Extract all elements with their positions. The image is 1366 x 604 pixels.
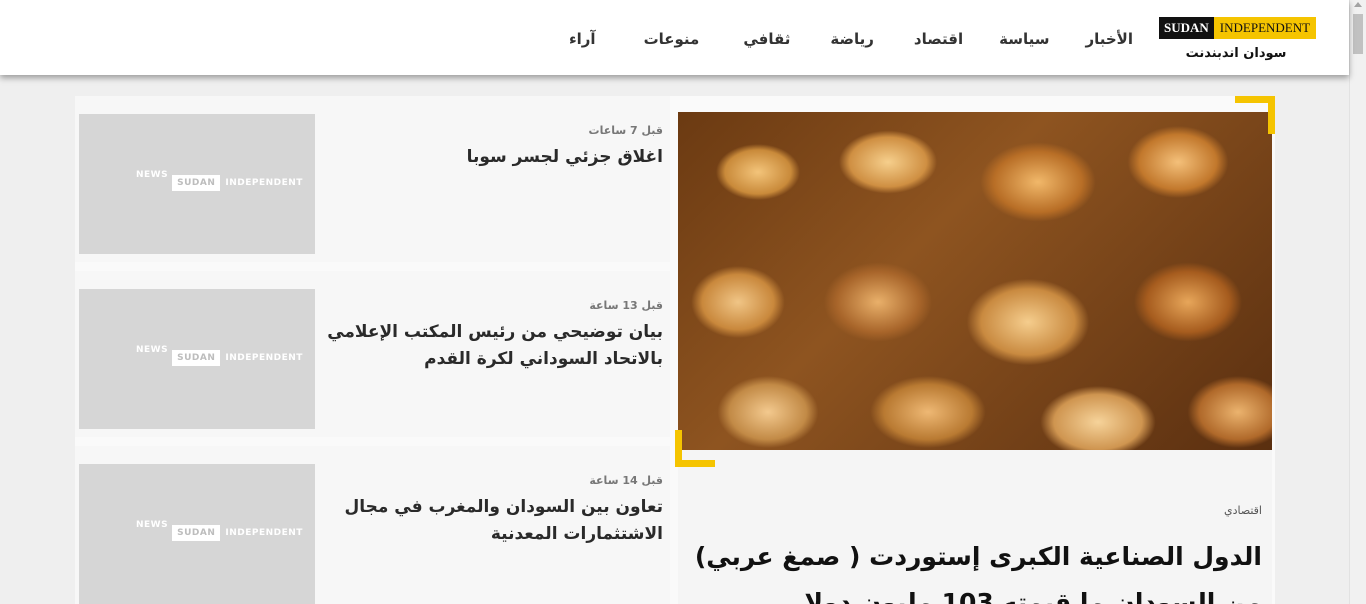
featured-image[interactable] xyxy=(678,112,1272,450)
placeholder-logo: NEWS SUDAN INDEPENDENT xyxy=(136,520,303,541)
placeholder-news-text: NEWS xyxy=(136,520,169,530)
corner-accent xyxy=(1268,96,1275,134)
featured-headline[interactable]: الدول الصناعية الكبرى إستوردت ( صمغ عربي… xyxy=(688,534,1262,604)
placeholder-independent-text: INDEPENDENT xyxy=(225,178,303,188)
placeholder-independent-text: INDEPENDENT xyxy=(225,528,303,538)
scroll-up-arrow-icon[interactable] xyxy=(1354,2,1362,7)
placeholder-logo: NEWS SUDAN INDEPENDENT xyxy=(136,345,303,366)
placeholder-sudan-text: SUDAN xyxy=(172,350,221,366)
corner-accent xyxy=(675,430,682,466)
placeholder-sudan-text: SUDAN xyxy=(172,175,221,191)
card-thumbnail[interactable]: NEWS SUDAN INDEPENDENT xyxy=(79,464,315,604)
nav-item-news[interactable]: الأخبار xyxy=(1085,30,1133,48)
card-thumbnail[interactable]: NEWS SUDAN INDEPENDENT xyxy=(79,114,315,254)
featured-article[interactable]: اقتصادي الدول الصناعية الكبرى إستوردت ( … xyxy=(678,112,1272,604)
news-card[interactable]: NEWS SUDAN INDEPENDENT قبل 14 ساعة تعاون… xyxy=(75,446,670,604)
placeholder-sudan-text: SUDAN xyxy=(172,525,221,541)
placeholder-news-text: NEWS xyxy=(136,345,169,355)
nav-item-culture[interactable]: ثقافي xyxy=(743,30,790,48)
featured-category[interactable]: اقتصادي xyxy=(1224,504,1262,517)
card-timestamp: قبل 7 ساعات xyxy=(588,124,663,137)
nav-item-sports[interactable]: رياضة xyxy=(830,30,874,48)
placeholder-news-text: NEWS xyxy=(136,170,169,180)
news-card[interactable]: NEWS SUDAN INDEPENDENT قبل 7 ساعات اغلاق… xyxy=(75,96,670,262)
card-timestamp: قبل 14 ساعة xyxy=(589,474,663,487)
card-headline[interactable]: تعاون بين السودان والمغرب في مجال الاشتث… xyxy=(323,494,663,548)
nav-item-misc[interactable]: منوعات xyxy=(644,30,700,48)
news-card[interactable]: NEWS SUDAN INDEPENDENT قبل 13 ساعة بيان … xyxy=(75,271,670,437)
card-timestamp: قبل 13 ساعة xyxy=(589,299,663,312)
nav-item-economy[interactable]: اقتصاد xyxy=(914,30,963,48)
scroll-thumb[interactable] xyxy=(1353,14,1363,54)
page-scrollbar[interactable] xyxy=(1349,0,1366,604)
site-logo[interactable]: SUDAN INDEPENDENT xyxy=(1159,17,1317,39)
placeholder-independent-text: INDEPENDENT xyxy=(225,353,303,363)
placeholder-logo: NEWS SUDAN INDEPENDENT xyxy=(136,170,303,191)
card-headline[interactable]: اغلاق جزئي لجسر سوبا xyxy=(323,144,663,171)
logo-subtitle: سودان اندبندنت xyxy=(1185,46,1287,61)
card-thumbnail[interactable]: NEWS SUDAN INDEPENDENT xyxy=(79,289,315,429)
site-header: SUDAN INDEPENDENT سودان اندبندنت الأخبار… xyxy=(0,0,1349,75)
main-nav: الأخبار سياسة اقتصاد رياضة ثقافي منوعات … xyxy=(569,30,1133,48)
logo-sudan-text: SUDAN xyxy=(1159,17,1214,39)
nav-item-opinions[interactable]: آراء xyxy=(569,30,596,48)
main-content: NEWS SUDAN INDEPENDENT قبل 7 ساعات اغلاق… xyxy=(75,96,1275,604)
nav-item-politics[interactable]: سياسة xyxy=(999,30,1049,48)
card-headline[interactable]: بيان توضيحي من رئيس المكتب الإعلامي بالا… xyxy=(323,319,663,373)
logo-independent-text: INDEPENDENT xyxy=(1213,17,1317,39)
